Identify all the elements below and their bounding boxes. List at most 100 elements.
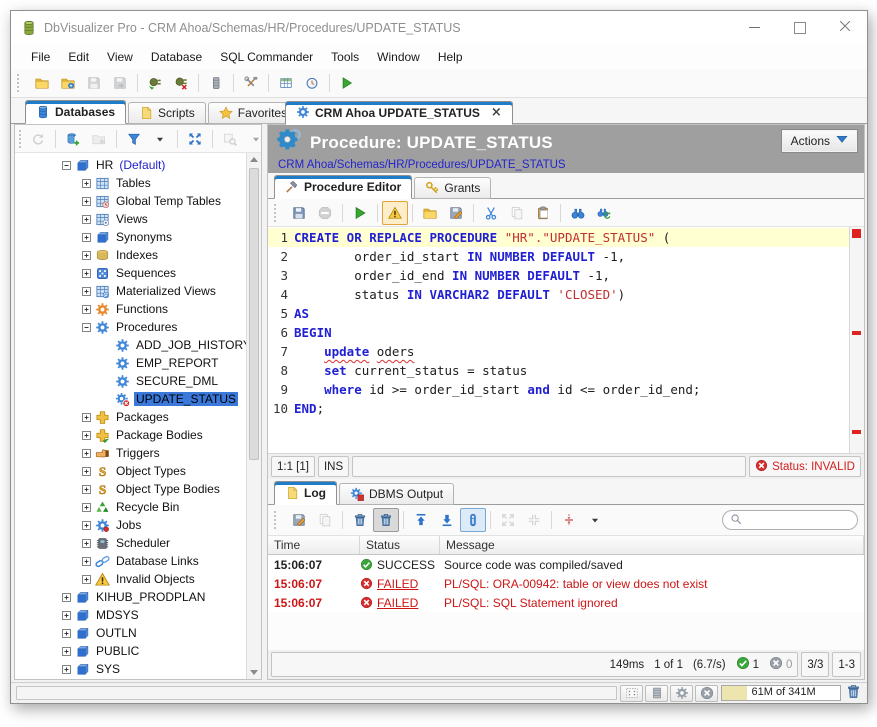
tree-item-outln[interactable]: OUTLN: [15, 624, 246, 642]
code-line-5[interactable]: 5AS: [268, 304, 849, 323]
tree-item-sys[interactable]: SYS: [15, 660, 246, 678]
code-line-2[interactable]: 2 order_id_start IN NUMBER DEFAULT -1,: [268, 247, 849, 266]
code-line-7[interactable]: 7 update oders: [268, 342, 849, 361]
cut-button[interactable]: [478, 201, 504, 225]
tree-item-materialized-views[interactable]: Materialized Views: [15, 282, 246, 300]
scroll-to-bottom-button[interactable]: [434, 508, 460, 532]
background-tasks-button[interactable]: [670, 685, 693, 702]
create-connection-button[interactable]: [60, 127, 86, 151]
tree-item-packages[interactable]: Packages: [15, 408, 246, 426]
fit-row-height-button[interactable]: [556, 508, 582, 532]
toolbar-grip[interactable]: [17, 74, 25, 92]
save-to-file-button[interactable]: [443, 201, 469, 225]
tree-item-invalid-objects[interactable]: Invalid Objects: [15, 570, 246, 588]
expand-toggle-icon[interactable]: [82, 431, 91, 440]
find-replace-button[interactable]: [591, 201, 617, 225]
show-details-button[interactable]: [460, 508, 486, 532]
code-lines[interactable]: 1CREATE OR REPLACE PROCEDURE "HR"."UPDAT…: [268, 227, 849, 453]
tree-item-secure-dml[interactable]: SECURE_DML: [15, 372, 246, 390]
menu-sql-commander[interactable]: SQL Commander: [212, 47, 321, 67]
tab-grants[interactable]: Grants: [414, 177, 491, 199]
tree-item-emp-report[interactable]: EMP_REPORT: [15, 354, 246, 372]
expand-toggle-icon[interactable]: [82, 467, 91, 476]
toolbar-grip[interactable]: [274, 511, 282, 529]
stop-all-button[interactable]: [695, 685, 718, 702]
error-mark[interactable]: [852, 430, 861, 434]
tree-item-scheduler[interactable]: Scheduler: [15, 534, 246, 552]
minimize-button[interactable]: [732, 11, 777, 44]
log-row[interactable]: 15:06:07SUCCESSSource code was compiled/…: [268, 555, 864, 574]
tab-close-icon[interactable]: ×: [491, 108, 502, 118]
column-message[interactable]: Message: [440, 536, 864, 554]
menu-edit[interactable]: Edit: [60, 47, 97, 67]
tab-crm-ahoa-update-status[interactable]: CRM Ahoa UPDATE_STATUS ×: [285, 101, 513, 125]
find-button[interactable]: [565, 201, 591, 225]
expand-toggle-icon[interactable]: [82, 539, 91, 548]
menu-tools[interactable]: Tools: [323, 47, 367, 67]
scroll-to-top-button[interactable]: [408, 508, 434, 532]
task-timer-button[interactable]: [299, 71, 325, 95]
filter-connections-button[interactable]: [121, 127, 147, 151]
expand-toggle-icon[interactable]: [82, 251, 91, 260]
tree-item-tables[interactable]: Tables: [15, 174, 246, 192]
collapse-toggle-icon[interactable]: [82, 323, 91, 332]
tool-properties-button[interactable]: [238, 71, 264, 95]
code-editor[interactable]: 1CREATE OR REPLACE PROCEDURE "HR"."UPDAT…: [268, 227, 864, 454]
expand-toggle-icon[interactable]: [62, 611, 71, 620]
toolbar-grip[interactable]: [274, 204, 282, 222]
toolbar-grip[interactable]: [19, 130, 21, 148]
tree-item-update-status[interactable]: UPDATE_STATUS: [15, 390, 246, 408]
tree-item-mdsys[interactable]: MDSYS: [15, 606, 246, 624]
expand-toggle-icon[interactable]: [82, 269, 91, 278]
tree-item-indexes[interactable]: Indexes: [15, 246, 246, 264]
expand-toggle-icon[interactable]: [62, 629, 71, 638]
expand-toggle-icon[interactable]: [82, 305, 91, 314]
code-line-8[interactable]: 8 set current_status = status: [268, 361, 849, 380]
tree-item-package-bodies[interactable]: Package Bodies: [15, 426, 246, 444]
expand-toggle-icon[interactable]: [62, 647, 71, 656]
scroll-down-icon[interactable]: [250, 670, 258, 675]
expand-toggle-icon[interactable]: [82, 521, 91, 530]
garbage-collect-button[interactable]: [844, 685, 862, 701]
grid-window-button[interactable]: [273, 71, 299, 95]
tree-item-global-temp-tables[interactable]: Global Temp Tables: [15, 192, 246, 210]
log-row[interactable]: 15:06:07FAILEDPL/SQL: ORA-00942: table o…: [268, 574, 864, 593]
code-line-6[interactable]: 6BEGIN: [268, 323, 849, 342]
menu-window[interactable]: Window: [369, 47, 428, 67]
tree-item-object-type-bodies[interactable]: SObject Type Bodies: [15, 480, 246, 498]
memory-indicator[interactable]: 61M of 341M: [721, 685, 841, 701]
scrollbar-thumb[interactable]: [249, 168, 259, 460]
tree-item-functions[interactable]: Functions: [15, 300, 246, 318]
log-row[interactable]: 15:06:07FAILEDPL/SQL: SQL Statement igno…: [268, 593, 864, 612]
tree-item-object-types[interactable]: SObject Types: [15, 462, 246, 480]
tree-item-jobs[interactable]: Jobs: [15, 516, 246, 534]
fit-menu-button[interactable]: [582, 508, 608, 532]
error-mark[interactable]: [852, 331, 861, 335]
menu-help[interactable]: Help: [430, 47, 471, 67]
database-column-button[interactable]: [203, 71, 229, 95]
expand-toggle-icon[interactable]: [82, 287, 91, 296]
disconnect-button[interactable]: [168, 71, 194, 95]
filter-menu-button[interactable]: [147, 127, 173, 151]
tree-item-synonyms[interactable]: Synonyms: [15, 228, 246, 246]
expand-toggle-icon[interactable]: [62, 665, 71, 674]
breadcrumb[interactable]: CRM Ahoa/Schemas/HR/Procedures/UPDATE_ST…: [278, 159, 566, 171]
expand-toggle-icon[interactable]: [82, 413, 91, 422]
expand-toggle-icon[interactable]: [82, 197, 91, 206]
code-line-1[interactable]: 1CREATE OR REPLACE PROCEDURE "HR"."UPDAT…: [268, 228, 849, 247]
tab-dbms-output[interactable]: DBMS Output: [339, 483, 454, 505]
tree-item-recycle-bin[interactable]: Recycle Bin: [15, 498, 246, 516]
log-search-box[interactable]: [722, 510, 858, 530]
expand-toggle-icon[interactable]: [82, 503, 91, 512]
column-time[interactable]: Time: [268, 536, 360, 554]
tab-databases[interactable]: Databases: [25, 100, 126, 124]
maximize-button[interactable]: [777, 11, 822, 44]
expand-toggle-icon[interactable]: [82, 233, 91, 242]
open-bookmarked-button[interactable]: [55, 71, 81, 95]
tree-item-add-job-history[interactable]: ADD_JOB_HISTORY: [15, 336, 246, 354]
open-file-button[interactable]: [29, 71, 55, 95]
tree-item-kihub-prodplan[interactable]: KIHUB_PRODPLAN: [15, 588, 246, 606]
clear-log-button[interactable]: [347, 508, 373, 532]
tree-item-triggers[interactable]: Triggers: [15, 444, 246, 462]
code-line-10[interactable]: 10END;: [268, 399, 849, 418]
